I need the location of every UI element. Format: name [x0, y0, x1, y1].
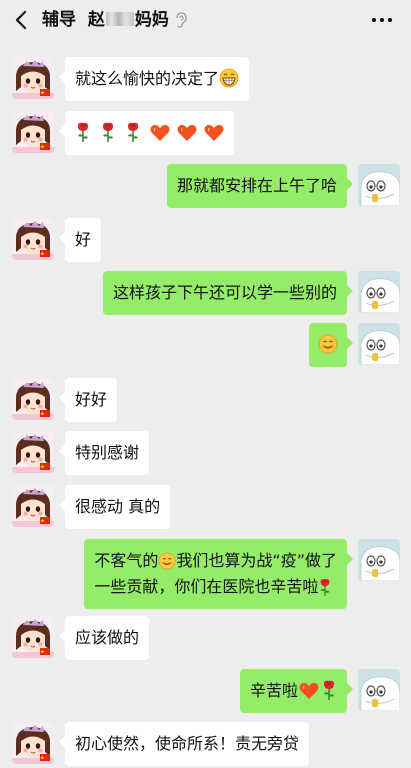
heart-emoji-icon [177, 124, 197, 142]
my-avatar[interactable] [358, 669, 400, 711]
message-text: 这样孩子下午还可以学一些别的 [112, 283, 337, 302]
message-bubble[interactable] [309, 323, 353, 367]
rose-emoji-icon [75, 122, 91, 142]
message-bubble[interactable]: 初心使然，使命所系！责无旁贷 [58, 722, 310, 766]
message-text: 辛苦啦 [249, 681, 298, 700]
message-bubble[interactable]: 这样孩子下午还可以学一些别的 [102, 271, 354, 315]
contact-avatar[interactable] [12, 111, 54, 153]
more-icon[interactable] [370, 11, 394, 29]
smile-emoji-icon [158, 552, 176, 570]
message-text: 我们也算为战“疫”做了 [176, 551, 337, 570]
chat-title: 辅导 赵 妈妈 [42, 9, 169, 31]
rose-emoji-icon [318, 578, 332, 596]
chat-title-name-start: 赵 [87, 10, 105, 30]
message-text: 就这么愉快的决定了 [75, 69, 220, 88]
message-text: 好 [75, 230, 92, 249]
contact-avatar[interactable] [12, 616, 54, 658]
message-bubble[interactable]: 特别感谢 [58, 431, 150, 475]
message-bubble[interactable]: 很感动 真的 [58, 485, 171, 529]
my-avatar[interactable] [358, 271, 400, 313]
rose-emoji-icon [125, 122, 141, 142]
chat-title-prefix: 辅导 [42, 10, 76, 30]
heart-emoji-icon [204, 124, 224, 142]
message-bubble[interactable] [58, 111, 235, 155]
chat-header: 辅导 赵 妈妈 [0, 0, 411, 40]
message-text: 特别感谢 [75, 443, 140, 462]
message-bubble[interactable]: 就这么愉快的决定了 [58, 57, 250, 101]
message-line: 不客气的 我们也算为战“疫”做了 [94, 548, 337, 574]
rose-emoji-icon [100, 122, 116, 142]
back-arrow-icon[interactable] [12, 9, 32, 31]
contact-avatar[interactable] [12, 722, 54, 764]
message-text: 好好 [75, 390, 108, 409]
message-bubble[interactable]: 辛苦啦 [239, 669, 354, 713]
message-text: 不客气的 [94, 551, 159, 570]
message-line: 一些贡献，你们在医院也辛苦啦 [94, 574, 337, 600]
my-avatar[interactable] [358, 164, 400, 206]
message-text: 很感动 真的 [75, 497, 161, 516]
my-avatar[interactable] [358, 323, 400, 365]
my-avatar[interactable] [358, 539, 400, 581]
message-bubble[interactable]: 好 [58, 218, 102, 262]
grin-emoji-icon [219, 68, 239, 88]
message-bubble[interactable]: 应该做的 [58, 616, 150, 660]
chat-title-name-end: 妈妈 [134, 10, 169, 30]
contact-avatar[interactable] [12, 431, 54, 473]
message-bubble[interactable]: 那就都安排在上午了哈 [166, 164, 354, 208]
rose-emoji-icon [321, 680, 337, 700]
ear-icon [176, 12, 187, 28]
contact-avatar[interactable] [12, 57, 54, 99]
contact-avatar[interactable] [12, 485, 54, 527]
contact-avatar[interactable] [12, 218, 54, 260]
message-text: 那就都安排在上午了哈 [176, 176, 337, 195]
heart-emoji-icon [150, 124, 170, 142]
contact-avatar[interactable] [12, 378, 54, 420]
message-text: 初心使然，使命所系！责无旁贷 [75, 734, 300, 753]
heart-emoji-icon [299, 682, 319, 700]
redacted-name [105, 12, 134, 26]
smile-emoji-icon [318, 334, 338, 354]
message-text: 一些贡献，你们在医院也辛苦啦 [94, 577, 319, 596]
message-bubble[interactable]: 好好 [58, 378, 118, 422]
message-text: 应该做的 [75, 628, 140, 647]
message-bubble[interactable]: 不客气的 我们也算为战“疫”做了 一些贡献，你们在医院也辛苦啦 [84, 539, 353, 609]
